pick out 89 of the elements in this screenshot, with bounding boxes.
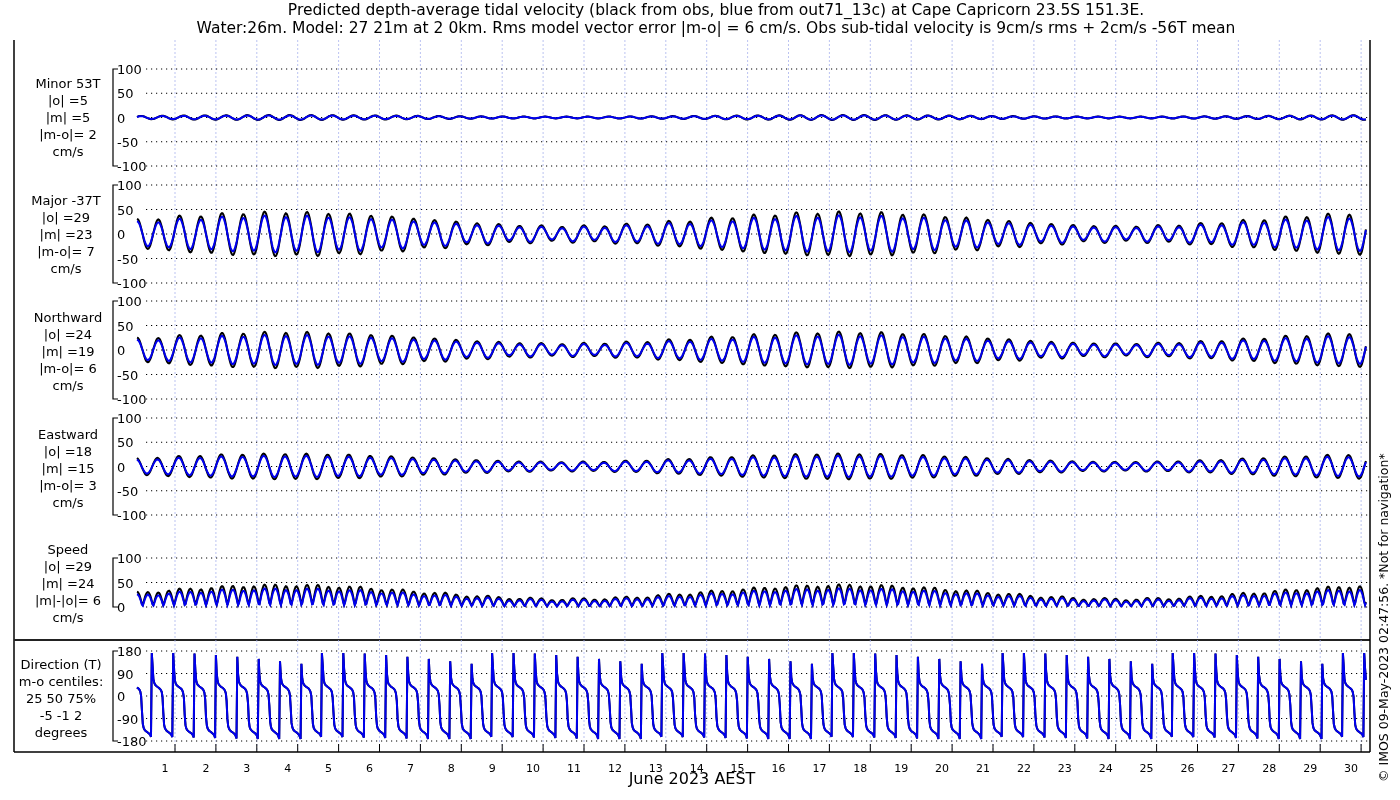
tick-label: 1 <box>161 762 169 775</box>
tick-label: -50 <box>117 134 139 150</box>
tick-label: 0 <box>117 459 126 475</box>
tick-label: 24 <box>1098 762 1113 775</box>
tick-label: 18 <box>853 762 868 775</box>
panel-label: m-o centiles: <box>18 674 104 689</box>
tick-label: 100 <box>117 62 142 77</box>
tick-label: 2 <box>202 762 210 775</box>
panel-label: |m| =24 <box>41 576 95 591</box>
tick-label: 6 <box>366 762 373 775</box>
tick-label: -180 <box>117 734 147 749</box>
tick-label: 90 <box>117 666 134 682</box>
tick-label: 4 <box>284 762 292 775</box>
panel-label: |m| =19 <box>41 344 95 359</box>
tick-label: 11 <box>567 762 581 775</box>
tick-label: 50 <box>117 575 134 591</box>
tick-label: 100 <box>117 411 142 426</box>
tick-label: 25 <box>1139 762 1154 775</box>
panel-label: 25 50 75% <box>25 691 97 706</box>
tick-label: -90 <box>117 711 139 727</box>
tick-label: 50 <box>117 86 134 102</box>
tick-label: 12 <box>607 762 622 775</box>
panel-label: |m-o|= 6 <box>39 361 97 376</box>
tick-label: 7 <box>406 762 414 775</box>
panel-label: |m| =15 <box>41 461 95 476</box>
tick-label: 16 <box>771 762 786 775</box>
panel-label: |m-o|= 3 <box>39 478 97 493</box>
tick-label: -50 <box>117 251 139 267</box>
tick-label: -100 <box>117 159 147 174</box>
panel-label: |m|-|o|= 6 <box>34 593 102 608</box>
y-axis <box>112 557 119 608</box>
panel-label: |o| =18 <box>43 444 93 459</box>
panel-label: |o| =29 <box>43 559 93 574</box>
tick-label: -50 <box>117 483 139 499</box>
tick-label: -100 <box>117 392 147 407</box>
tick-label: 5 <box>325 762 333 775</box>
tick-label: 26 <box>1180 762 1195 775</box>
credit-text: © IMOS 09-May-2023 02:47:56. *Not for navigation* <box>1376 453 1391 782</box>
tick-label: 27 <box>1221 762 1236 775</box>
panel-label: -5 -1 2 <box>39 708 83 723</box>
panel-label: Northward <box>33 310 103 325</box>
panel-label: |o| =5 <box>48 93 88 108</box>
panel-label: |m-o|= 7 <box>37 244 95 259</box>
tick-label: 3 <box>243 762 251 775</box>
tick-label: 100 <box>117 551 142 566</box>
tick-label: -100 <box>117 508 147 523</box>
tick-label: 100 <box>117 294 142 309</box>
tick-label: 29 <box>1303 762 1318 775</box>
tick-label: 9 <box>488 762 496 775</box>
tick-label: 19 <box>894 762 909 775</box>
tick-label: 23 <box>1057 762 1072 775</box>
panel-label: Major -37T <box>31 193 101 208</box>
tick-label: -100 <box>117 276 147 291</box>
panel-label: |o| =29 <box>41 210 91 225</box>
panel-label: Minor 53T <box>35 76 101 91</box>
plot-title: Water:26m. Model: 27 21m at 2 0km. Rms model vector error |m-o| = 6 cm/s. Obs sub-tidal velocity is 9cm/s rms + 2cm/s -56T mean <box>196 19 1236 37</box>
tick-label: 21 <box>976 762 990 775</box>
panel-label: |m| =5 <box>45 110 91 125</box>
tick-label: 0 <box>117 343 126 358</box>
tick-label: 180 <box>117 644 142 659</box>
tick-label: 0 <box>117 110 126 126</box>
panel-label: degrees <box>34 725 88 740</box>
tick-label: 30 <box>1344 762 1359 775</box>
panel-label: |o| =24 <box>43 327 93 342</box>
panel-label: |m-o|= 2 <box>39 127 97 142</box>
tick-label: -50 <box>117 367 139 383</box>
tick-label: 22 <box>1016 762 1031 775</box>
tick-label: 50 <box>117 435 134 451</box>
tick-label: 20 <box>935 762 950 775</box>
tick-label: 17 <box>812 762 827 775</box>
panel-label: Speed <box>47 542 89 557</box>
panel-label: cm/s <box>52 495 84 510</box>
panel-label: Direction (T) <box>20 657 102 672</box>
panel-label: |m| =23 <box>39 227 93 242</box>
panel-label: cm/s <box>52 144 84 159</box>
tick-label: 0 <box>117 689 126 704</box>
plot-title: Predicted depth-average tidal velocity (black from obs, blue from out71_13c) at Cape Capricorn 23.5S 151.3E. <box>287 1 1145 19</box>
panel-label: cm/s <box>50 261 82 276</box>
panel-label: cm/s <box>52 610 84 625</box>
tick-label: 100 <box>117 178 142 193</box>
tick-label: 0 <box>117 600 126 615</box>
tick-label: 8 <box>447 762 455 775</box>
tick-label: 28 <box>1262 762 1277 775</box>
panel-label: Eastward <box>38 427 98 442</box>
tick-label: 10 <box>526 762 541 775</box>
tick-label: 0 <box>117 227 126 242</box>
tick-label: 50 <box>117 318 134 334</box>
tick-label: 50 <box>117 202 134 218</box>
panel-label: cm/s <box>52 378 84 393</box>
